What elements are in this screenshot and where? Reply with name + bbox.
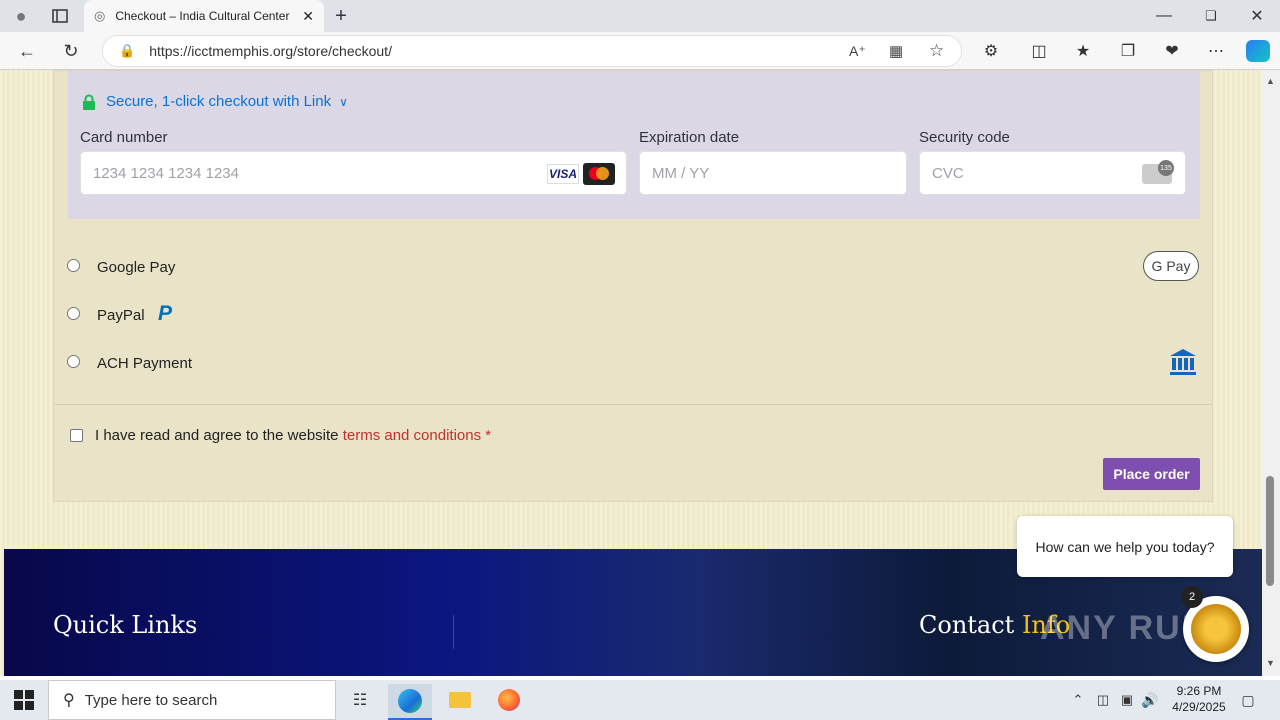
place-order-button[interactable]: Place order — [1103, 458, 1200, 490]
page-scrollbar[interactable]: ▲ ▼ — [1262, 70, 1280, 676]
expiration-input[interactable]: MM / YY — [639, 151, 907, 195]
page-content: Secure, 1-click checkout with Link ∨ Car… — [0, 70, 1262, 676]
restore-icon[interactable]: ❏ — [1197, 6, 1225, 26]
terms-text: I have read and agree to the website ter… — [95, 427, 491, 444]
read-aloud-icon[interactable]: A⁺ — [849, 43, 866, 60]
card-payment-form: Secure, 1-click checkout with Link ∨ Car… — [68, 71, 1200, 219]
security-code-label: Security code — [919, 129, 1010, 146]
device-icon[interactable]: ◫ — [1093, 690, 1113, 710]
show-hidden-icons-icon[interactable]: ⌃ — [1068, 690, 1088, 710]
card-number-input[interactable]: 1234 1234 1234 1234 VISA — [80, 151, 627, 195]
clock-time: 9:26 PM — [1176, 684, 1222, 698]
collections-icon[interactable]: ❐ — [1117, 40, 1139, 62]
link-checkout-text[interactable]: Secure, 1-click checkout with Link — [106, 93, 331, 110]
refresh-icon[interactable]: ↻ — [60, 40, 82, 62]
option-google-pay[interactable]: Google Pay — [97, 259, 175, 276]
taskbar-search-placeholder: Type here to search — [84, 691, 218, 709]
radio-ach[interactable] — [67, 355, 80, 368]
close-window-icon[interactable]: ✕ — [1243, 6, 1271, 26]
back-icon[interactable]: ← — [16, 40, 38, 62]
cvc-card-icon: 135 — [1142, 160, 1174, 184]
favorites-icon[interactable]: ★ — [1072, 40, 1094, 62]
more-menu-icon[interactable]: ⋯ — [1205, 40, 1227, 62]
network-icon[interactable]: ▣ — [1117, 690, 1137, 710]
favorite-star-icon[interactable]: ☆ — [929, 41, 944, 61]
split-screen-icon[interactable]: ◫ — [1028, 40, 1050, 62]
link-checkout[interactable]: Secure, 1-click checkout with Link ∨ — [82, 93, 348, 110]
scrollbar-thumb[interactable] — [1266, 476, 1274, 586]
scroll-up-arrow-icon[interactable]: ▲ — [1266, 76, 1275, 86]
file-explorer-icon[interactable] — [448, 689, 472, 711]
task-view-icon[interactable]: ☷ — [348, 689, 372, 711]
performance-icon[interactable]: ❤ — [1161, 40, 1183, 62]
terms-link[interactable]: terms and conditions — [343, 427, 481, 444]
chat-bubble[interactable]: How can we help you today? — [1017, 516, 1233, 577]
taskbar-clock[interactable]: 9:26 PM 4/29/2025 — [1162, 683, 1236, 715]
chat-avatar-icon — [1191, 604, 1241, 654]
minimize-icon[interactable]: — — [1150, 6, 1178, 26]
lock-icon[interactable]: 🔒 — [119, 43, 135, 59]
google-pay-icon: G Pay — [1143, 251, 1199, 281]
radio-google-pay[interactable] — [67, 259, 80, 272]
visa-icon: VISA — [547, 164, 579, 184]
chevron-down-icon[interactable]: ∨ — [339, 95, 348, 109]
clock-date: 4/29/2025 — [1172, 700, 1226, 714]
volume-icon[interactable]: 🔊 — [1140, 690, 1160, 710]
cvc-placeholder: CVC — [932, 164, 964, 182]
close-tab-icon[interactable]: ✕ — [302, 8, 314, 25]
chat-unread-badge: 2 — [1181, 586, 1203, 608]
expiration-placeholder: MM / YY — [652, 164, 710, 182]
terms-required-mark: * — [485, 427, 492, 444]
taskbar-search[interactable]: ⚲ Type here to search — [48, 680, 336, 720]
url-text[interactable]: https://icctmemphis.org/store/checkout/ — [149, 43, 392, 59]
footer-quick-links: Quick Links — [53, 611, 198, 639]
extensions-icon[interactable]: ⚙ — [980, 40, 1002, 62]
copilot-icon[interactable] — [1246, 40, 1270, 62]
windows-start-icon[interactable] — [14, 690, 34, 710]
immersive-reader-icon[interactable]: ▦ — [889, 42, 903, 60]
tab-title: Checkout – India Cultural Center — [115, 9, 290, 23]
notifications-icon[interactable]: ▢ — [1238, 690, 1258, 710]
payment-panel: Secure, 1-click checkout with Link ∨ Car… — [53, 70, 1213, 502]
firefox-icon[interactable] — [497, 688, 521, 712]
mastercard-icon — [583, 163, 615, 185]
cvc-badge: 135 — [1158, 160, 1174, 176]
profile-icon[interactable]: ● — [10, 6, 32, 26]
footer-contact: Contact — [919, 611, 1015, 639]
edge-taskbar-icon[interactable] — [388, 684, 432, 720]
card-number-label: Card number — [80, 129, 168, 146]
bank-icon — [1170, 349, 1196, 375]
tab-actions-icon[interactable] — [50, 6, 70, 26]
url-field[interactable]: 🔒 https://icctmemphis.org/store/checkout… — [102, 35, 962, 67]
card-number-placeholder: 1234 1234 1234 1234 — [93, 164, 239, 182]
globe-icon: ◎ — [94, 8, 106, 23]
terms-prefix: I have read and agree to the website — [95, 427, 339, 444]
search-icon: ⚲ — [63, 692, 75, 709]
chat-prompt[interactable]: How can we help you today? — [1036, 539, 1215, 555]
security-code-input[interactable]: CVC 135 — [919, 151, 1186, 195]
paypal-icon: P — [158, 302, 173, 325]
scroll-down-arrow-icon[interactable]: ▼ — [1266, 658, 1275, 668]
new-tab-icon[interactable]: + — [330, 5, 352, 27]
divider — [54, 404, 1212, 405]
radio-paypal[interactable] — [67, 307, 80, 320]
terms-checkbox[interactable] — [70, 429, 83, 442]
browser-tab-bar: ● ◎ Checkout – India Cultural Center ✕ +… — [0, 0, 1280, 32]
tab-checkout[interactable]: ◎ Checkout – India Cultural Center ✕ — [84, 0, 324, 32]
lock-green-icon — [83, 94, 95, 110]
option-ach-payment[interactable]: ACH Payment — [97, 355, 192, 372]
expiration-label: Expiration date — [639, 129, 740, 146]
windows-taskbar: ⚲ Type here to search ☷ ⌃ ◫ ▣ 🔊 9:26 PM … — [0, 680, 1280, 720]
address-bar: ← ↻ 🔒 https://icctmemphis.org/store/chec… — [0, 32, 1280, 70]
option-paypal[interactable]: PayPal — [97, 307, 145, 324]
footer-divider — [453, 615, 454, 649]
